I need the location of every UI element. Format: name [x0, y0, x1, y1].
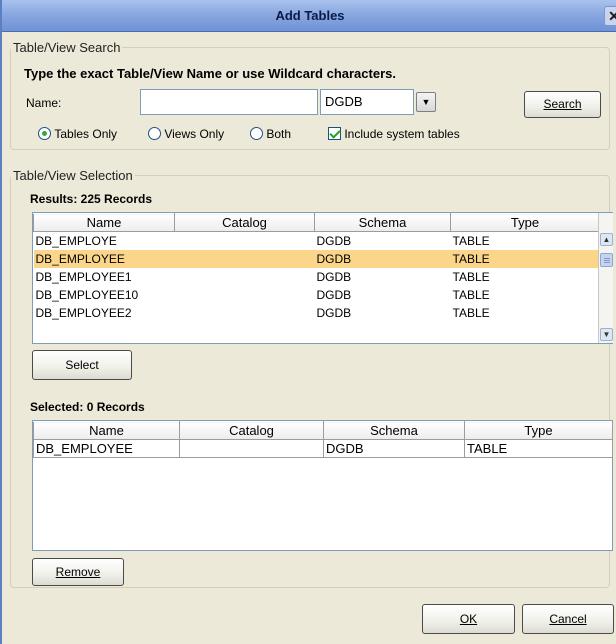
- ok-button[interactable]: OK: [422, 604, 515, 634]
- results-scrollbar[interactable]: ▲ ▼: [598, 213, 613, 343]
- search-button[interactable]: Search: [524, 91, 601, 118]
- title-bar[interactable]: Add Tables ✕: [2, 0, 616, 32]
- radio-views-only-label: Views Only: [164, 126, 225, 141]
- cell-type: TABLE: [452, 233, 490, 248]
- column-header-type[interactable]: Type: [464, 421, 613, 440]
- radio-tables-only[interactable]: Tables Only: [38, 126, 117, 141]
- cell-name: DB_EMPLOYEE: [33, 439, 180, 458]
- cell-catalog: [179, 439, 324, 458]
- cell-schema: DGDB: [323, 439, 465, 458]
- dialog-title: Add Tables: [275, 8, 345, 23]
- table-row[interactable]: DB_EMPLOYEE2 DGDB TABLE: [34, 304, 600, 322]
- cell-type: TABLE: [452, 287, 490, 302]
- cell-schema: DGDB: [316, 287, 352, 302]
- search-group-legend: Table/View Search: [13, 40, 121, 55]
- table-row-selected[interactable]: DB_EMPLOYEE DGDB TABLE: [33, 249, 600, 268]
- selected-table: Name Catalog Schema Type DB_EMPLOYEE DGD…: [32, 420, 613, 551]
- selected-count: Selected: 0 Records: [30, 400, 145, 414]
- cancel-button[interactable]: Cancel: [522, 604, 614, 634]
- selection-group-legend: Table/View Selection: [13, 168, 133, 183]
- close-icon[interactable]: ✕: [604, 6, 616, 26]
- remove-button[interactable]: Remove: [32, 558, 124, 586]
- cell-name: DB_EMPLOYEE2: [35, 305, 132, 320]
- cell-type: TABLE: [452, 305, 490, 320]
- cell-catalog: [175, 286, 315, 304]
- schema-value: DGDB: [325, 94, 363, 109]
- table-row[interactable]: DB_EMPLOYEE1 DGDB TABLE: [34, 268, 600, 286]
- chevron-down-icon[interactable]: ▼: [416, 92, 436, 112]
- cell-type: TABLE: [450, 249, 600, 268]
- results-header: Name Catalog Schema Type: [33, 213, 600, 232]
- cell-catalog: [175, 232, 315, 250]
- results-count: Results: 225 Records: [30, 192, 153, 206]
- cell-schema: DGDB: [316, 305, 352, 320]
- radio-views-only[interactable]: Views Only: [148, 126, 224, 141]
- column-header-schema[interactable]: Schema: [323, 421, 465, 440]
- table-row[interactable]: DB_EMPLOYEE DGDB TABLE: [33, 439, 613, 458]
- cell-catalog: [174, 249, 315, 268]
- scroll-thumb[interactable]: [600, 253, 613, 267]
- results-table: Name Catalog Schema Type DB_EMPLOYE DGDB…: [32, 212, 613, 344]
- schema-dropdown[interactable]: DGDB: [320, 89, 414, 115]
- cell-catalog: [175, 304, 315, 322]
- add-tables-dialog: Add Tables ✕ Table/View Search Type the …: [0, 0, 616, 644]
- cell-name: DB_EMPLOYEE10: [35, 287, 139, 302]
- name-label: Name:: [26, 96, 62, 110]
- column-header-catalog[interactable]: Catalog: [174, 213, 315, 232]
- arrow-up-icon[interactable]: ▲: [600, 233, 613, 246]
- table-row[interactable]: DB_EMPLOYEE10 DGDB TABLE: [34, 286, 600, 304]
- cell-name: DB_EMPLOYEE1: [35, 269, 132, 284]
- name-input[interactable]: [140, 89, 318, 115]
- cell-schema: DGDB: [316, 269, 352, 284]
- radio-off-icon: [250, 127, 263, 141]
- cell-type: TABLE: [464, 439, 613, 458]
- cell-type: TABLE: [452, 269, 490, 284]
- select-button[interactable]: Select: [32, 350, 132, 380]
- include-system-checkbox[interactable]: Include system tables: [328, 126, 460, 141]
- column-header-type[interactable]: Type: [450, 213, 600, 232]
- column-header-schema[interactable]: Schema: [314, 213, 451, 232]
- selected-header: Name Catalog Schema Type: [33, 421, 613, 440]
- table-row[interactable]: DB_EMPLOYE DGDB TABLE: [34, 232, 600, 250]
- arrow-down-icon[interactable]: ▼: [600, 328, 613, 341]
- checkmark-icon: [328, 127, 341, 141]
- radio-on-icon: [38, 127, 51, 141]
- radio-both[interactable]: Both: [250, 126, 291, 141]
- cell-name: DB_EMPLOYEE: [33, 249, 175, 268]
- cell-name: DB_EMPLOYE: [35, 233, 117, 248]
- radio-both-label: Both: [266, 126, 292, 141]
- radio-tables-only-label: Tables Only: [54, 126, 118, 141]
- radio-off-icon: [148, 127, 161, 141]
- include-system-label: Include system tables: [344, 126, 460, 141]
- column-header-name[interactable]: Name: [33, 421, 180, 440]
- cell-schema: DGDB: [316, 233, 352, 248]
- search-instruction: Type the exact Table/View Name or use Wi…: [24, 66, 396, 81]
- cell-schema: DGDB: [314, 249, 451, 268]
- cell-catalog: [175, 268, 315, 286]
- column-header-name[interactable]: Name: [33, 213, 175, 232]
- column-header-catalog[interactable]: Catalog: [179, 421, 324, 440]
